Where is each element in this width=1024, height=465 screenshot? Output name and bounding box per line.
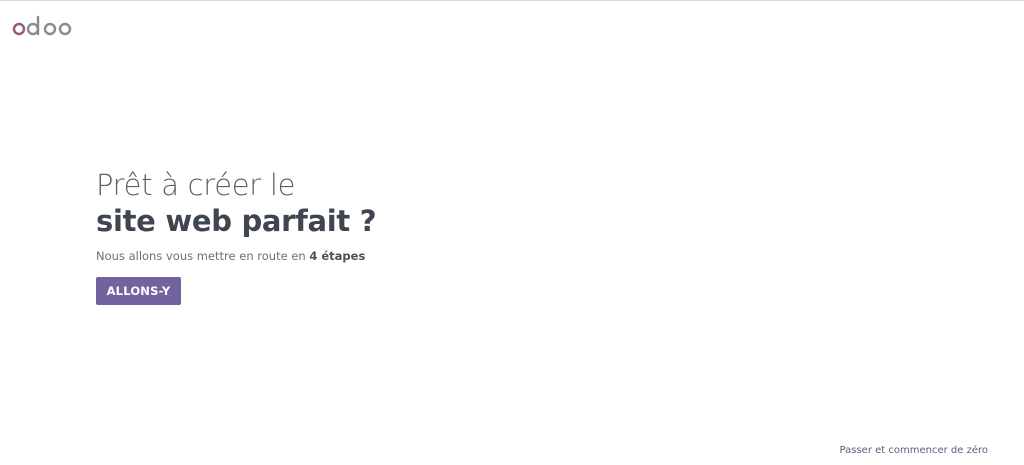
hero-section: Prêt à créer le site web parfait ? Nous … xyxy=(96,167,377,305)
onboarding-page: Prêt à créer le site web parfait ? Nous … xyxy=(0,0,1024,465)
skip-start-from-scratch-link[interactable]: Passer et commencer de zéro xyxy=(840,445,988,456)
hero-subtitle-steps: 4 étapes xyxy=(309,249,366,263)
odoo-logo xyxy=(12,15,72,36)
hero-title-line2: site web parfait ? xyxy=(96,204,377,238)
lets-go-button[interactable]: ALLONS-Y xyxy=(96,277,181,305)
hero-title-line1: Prêt à créer le xyxy=(96,168,296,202)
hero-subtitle-text: Nous allons vous mettre en route en xyxy=(96,249,310,263)
hero-subtitle: Nous allons vous mettre en route en 4 ét… xyxy=(96,249,376,263)
